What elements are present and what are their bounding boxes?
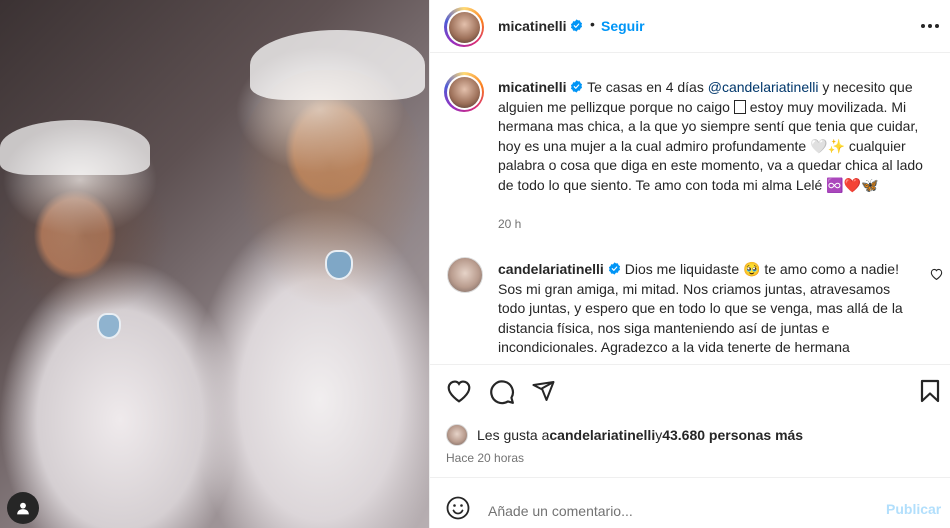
bookmark-icon[interactable] (919, 379, 941, 403)
post-panel: micatinelli • Seguir micatinelli Te casa… (429, 0, 950, 528)
comment-emoji: 🥹 (743, 261, 761, 277)
caption-mention[interactable]: @candelariatinelli (708, 79, 819, 95)
likes-middle: y (655, 427, 663, 443)
verified-badge-icon (571, 19, 583, 32)
verified-badge-icon (571, 80, 583, 93)
likes-count[interactable]: 43.680 personas más (662, 427, 803, 443)
likes-user[interactable]: candelariatinelli (549, 427, 655, 443)
caption-time[interactable]: 20 h (498, 217, 521, 231)
more-options-icon (921, 24, 939, 28)
comment: candelariatinelli Dios me liquidaste 🥹 t… (498, 260, 918, 358)
missing-glyph-icon (733, 99, 746, 114)
follow-button[interactable]: Seguir (601, 18, 645, 34)
verified-badge-icon (608, 262, 620, 275)
post-caption: micatinelli Te casas en 4 días @candelar… (498, 78, 936, 196)
caption-emoji-1: 🤍✨ (810, 137, 845, 154)
author-name-wrap: micatinelli (498, 18, 583, 34)
comment-username[interactable]: candelariatinelli (498, 261, 604, 277)
post-header: micatinelli • Seguir (430, 0, 950, 53)
add-comment-bar: Publicar (430, 477, 950, 528)
publish-button[interactable]: Publicar (886, 501, 941, 517)
action-bar (430, 364, 950, 419)
liker-avatar[interactable] (446, 424, 468, 446)
separator-dot: • (590, 16, 595, 32)
comment-icon[interactable] (489, 379, 515, 405)
share-icon[interactable] (531, 379, 556, 403)
caption-emoji-2: ♾️❤️🦋 (826, 176, 879, 193)
comment-text-1: Dios me liquidaste (620, 261, 743, 277)
post-photo[interactable] (0, 0, 429, 528)
likes-prefix: Les gusta a (477, 427, 550, 443)
photo-detail (250, 30, 425, 100)
heart-icon[interactable] (446, 379, 472, 403)
author-avatar[interactable] (444, 7, 484, 47)
photo-detail (0, 150, 170, 320)
comments-section[interactable]: micatinelli Te casas en 4 días @candelar… (430, 53, 950, 364)
caption-text-1: Te casas en 4 días (583, 79, 708, 95)
comment-like-icon[interactable] (930, 268, 943, 280)
caption-avatar[interactable] (444, 72, 484, 112)
photo-detail (0, 120, 150, 175)
user-icon (17, 502, 29, 515)
emoji-icon[interactable] (446, 496, 470, 520)
photo-detail (325, 250, 353, 280)
comment-input[interactable] (488, 501, 868, 521)
photo-detail (97, 313, 121, 339)
more-options-button[interactable] (918, 16, 942, 36)
commenter-avatar[interactable] (447, 257, 483, 293)
tagged-users-button[interactable] (7, 492, 39, 524)
post-time[interactable]: Hace 20 horas (446, 451, 524, 465)
author-username[interactable]: micatinelli (498, 18, 566, 34)
likes-summary: Les gusta a candelariatinelli y 43.680 p… (446, 424, 803, 446)
caption-username[interactable]: micatinelli (498, 79, 566, 95)
